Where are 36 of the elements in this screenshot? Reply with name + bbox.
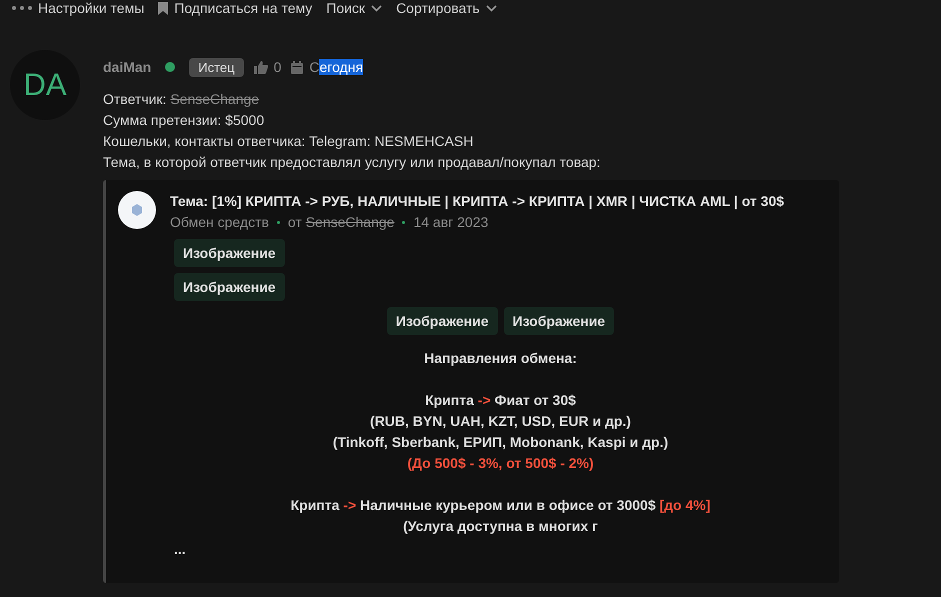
post-text: Сумма претензии: $5000 bbox=[103, 111, 266, 130]
like-count: 0 bbox=[274, 59, 282, 75]
ellipsis: ... bbox=[174, 540, 187, 559]
thumbs-up-icon bbox=[254, 60, 268, 74]
image-link[interactable]: Изображение bbox=[386, 307, 498, 335]
post-text: Тема, в которой ответчик предоставлял услугу или продавал/покупал товар: bbox=[103, 153, 602, 172]
chevron-icon bbox=[486, 4, 497, 12]
toolbar-link[interactable]: Подписаться на тему bbox=[174, 0, 312, 16]
post-text: Кошельки, контакты ответчика: Telegram: NESMEHCASH bbox=[103, 132, 474, 151]
chevron-icon bbox=[371, 4, 382, 12]
thread-text: (RUB, BYN, UAH, KZT, USD, EUR и др.) bbox=[369, 412, 632, 431]
avatar bbox=[118, 191, 156, 229]
username[interactable]: daiMan bbox=[103, 59, 152, 75]
avatar: DA bbox=[10, 50, 80, 120]
calendar-icon bbox=[291, 60, 304, 74]
thread-text: Направления обмена: bbox=[423, 349, 578, 368]
thread-text: (Tinkoff, Sberbank, ЕРИП, Mobonank, Kaspi и др.) bbox=[332, 433, 670, 452]
post-text: Ответчик: SenseChange bbox=[103, 90, 260, 109]
thread-date: 14 авг 2023 bbox=[413, 214, 488, 230]
image-link[interactable]: Изображение bbox=[174, 273, 285, 301]
toolbar-link[interactable]: Сортировать bbox=[396, 0, 480, 16]
image-link[interactable]: Изображение bbox=[174, 239, 285, 267]
more-icon bbox=[12, 6, 32, 10]
image-link[interactable]: Изображение bbox=[504, 307, 614, 335]
thread-text: (Услуга доступна в многих г bbox=[402, 517, 599, 536]
thread-author: от SenseChange bbox=[288, 214, 394, 230]
thread-text: Крипта -> Фиат от 30$ bbox=[424, 391, 577, 410]
role-badge: Истец bbox=[189, 58, 244, 76]
thread-title[interactable]: Тема: [1%] КРИПТА -> РУБ, НАЛИЧНЫЕ | КРИПТА -> КРИПТА | XMR | ЧИСТКА AML | от 30$ bbox=[170, 191, 784, 211]
thread-text: Крипта -> Наличные курьером или в офисе от 3000$ [до 4%] bbox=[290, 496, 712, 515]
forum-section[interactable]: Обмен средств bbox=[170, 214, 269, 230]
bookmark-icon bbox=[158, 2, 168, 14]
toolbar-link[interactable]: Настройки темы bbox=[38, 0, 144, 16]
toolbar-link[interactable]: Поиск bbox=[326, 0, 366, 16]
thread-text: (До 500$ - 3%, от 500$ - 2%) bbox=[406, 454, 595, 473]
post-date: Сегодня bbox=[309, 59, 364, 75]
